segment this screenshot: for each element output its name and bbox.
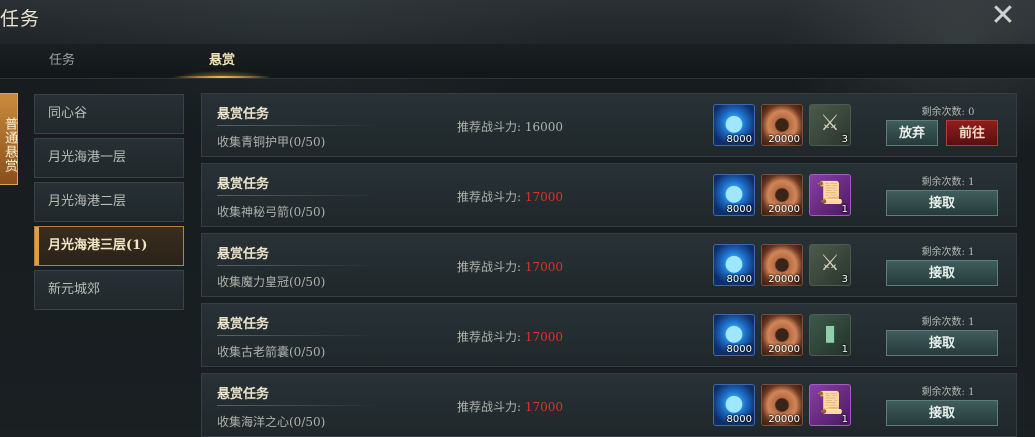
quest-title: 悬赏任务: [217, 247, 270, 262]
power-value: 17000: [524, 260, 564, 274]
accept-button[interactable]: 接取: [886, 400, 998, 426]
armor-set-icon-glyph: ⚔: [820, 251, 840, 276]
reward-quantity: 8000: [726, 274, 752, 285]
reward-quantity: 1: [841, 204, 848, 215]
zone-item-moonport-2[interactable]: 月光海港二层: [34, 182, 184, 222]
quest-divider: [217, 125, 381, 126]
recommended-power: 推荐战斗力: 17000: [457, 398, 563, 415]
reward-quantity: 20000: [768, 344, 800, 355]
reward-quantity: 1: [841, 344, 848, 355]
armor-set-icon-glyph: ⚔: [820, 111, 840, 136]
quest-row: 悬赏任务 收集古老箭囊(0/50) 推荐战斗力: 17000 ● 8000 20000 ▮ 1…: [201, 303, 1017, 367]
quest-title: 悬赏任务: [217, 387, 270, 402]
power-label: 推荐战斗力:: [457, 400, 522, 414]
blue-orb-icon-glyph: ●: [724, 111, 744, 136]
scroll-icon-glyph: 📜: [816, 391, 844, 416]
window-title: 任务: [0, 8, 41, 30]
power-label: 推荐战斗力:: [457, 120, 522, 134]
blue-orb-icon[interactable]: ● 8000: [713, 104, 755, 146]
scroll-icon-glyph: 📜: [816, 181, 844, 206]
quest-description: 收集青铜护甲(0/50): [217, 135, 326, 149]
scroll-icon[interactable]: 📜 1: [809, 174, 851, 216]
tab-tasks[interactable]: 任务: [20, 44, 104, 78]
quest-title: 悬赏任务: [217, 317, 270, 332]
quest-row: 悬赏任务 收集海洋之心(0/50) 推荐战斗力: 17000 ● 8000 20000 📜 1…: [201, 373, 1017, 437]
quest-description: 收集古老箭囊(0/50): [217, 345, 326, 359]
reward-quantity: 3: [841, 134, 848, 145]
remaining-count: 剩余次数: 0: [921, 107, 975, 118]
reward-quantity: 20000: [768, 414, 800, 425]
recommended-power: 推荐战斗力: 17000: [457, 258, 563, 275]
accept-button[interactable]: 接取: [886, 260, 998, 286]
quest-row: 悬赏任务收集魔力皇冠(0/50) 推荐战斗力: 17000 ● 8000 20000 ⚔ 3…: [201, 233, 1017, 297]
zone-item-xinyuan-suburbs[interactable]: 新元城郊: [34, 270, 184, 310]
reward-quantity: 20000: [768, 204, 800, 215]
accept-button[interactable]: 接取: [886, 330, 998, 356]
remaining-count: 剩余次数: 1: [921, 387, 975, 398]
tab-bar: 任务 悬赏: [0, 44, 1035, 79]
reward-quantity: 1: [841, 414, 848, 425]
bronze-coin-icon[interactable]: 20000: [761, 174, 803, 216]
reward-quantity: 8000: [726, 344, 752, 355]
blue-orb-icon[interactable]: ● 8000: [713, 314, 755, 356]
power-label: 推荐战斗力:: [457, 190, 522, 204]
bronze-coin-icon[interactable]: 20000: [761, 104, 803, 146]
power-value: 17000: [524, 400, 564, 414]
quest-description: 收集魔力皇冠(0/50): [217, 275, 326, 289]
remaining-count: 剩余次数: 1: [921, 177, 975, 188]
go-button[interactable]: 前往: [946, 120, 998, 146]
quest-title: 悬赏任务: [217, 177, 270, 192]
power-value: 17000: [524, 190, 564, 204]
quest-row: 悬赏任务 收集神秘弓箭(0/50) 推荐战斗力: 17000 ● 8000 20000 📜 1…: [201, 163, 1017, 227]
reward-quantity: 8000: [726, 134, 752, 145]
remaining-count: 剩余次数: 1: [921, 317, 975, 328]
category-normal-bounty[interactable]: 普通悬赏: [0, 93, 18, 185]
abandon-button[interactable]: 放弃: [886, 120, 938, 146]
bronze-coin-icon[interactable]: 20000: [761, 244, 803, 286]
blue-orb-icon-glyph: ●: [724, 321, 744, 346]
power-value: 17000: [524, 330, 564, 344]
power-value: 16000: [524, 120, 564, 134]
zone-item-moonport-3[interactable]: 月光海港三层(1): [34, 226, 184, 266]
bronze-coin-icon[interactable]: 20000: [761, 314, 803, 356]
blue-orb-icon[interactable]: ● 8000: [713, 244, 755, 286]
recommended-power: 推荐战斗力: 17000: [457, 188, 563, 205]
reward-quantity: 20000: [768, 134, 800, 145]
quest-divider: [217, 405, 381, 406]
scroll-icon[interactable]: 📜 1: [809, 384, 851, 426]
reward-quantity: 8000: [726, 204, 752, 215]
quest-row: 悬赏任务收集青铜护甲(0/50) 推荐战斗力: 16000 ● 8000 20000 ⚔ 3…: [201, 93, 1017, 157]
blue-orb-icon-glyph: ●: [724, 251, 744, 276]
green-book-icon[interactable]: ▮ 1: [809, 314, 851, 356]
quest-divider: [217, 265, 381, 266]
quest-description: 收集神秘弓箭(0/50): [217, 205, 326, 219]
recommended-power: 推荐战斗力: 16000: [457, 118, 563, 135]
green-book-icon-glyph: ▮: [823, 321, 837, 346]
armor-set-icon[interactable]: ⚔ 3: [809, 244, 851, 286]
remaining-count: 剩余次数: 1: [921, 247, 975, 258]
zone-item-moonport-1[interactable]: 月光海港一层: [34, 138, 184, 178]
blue-orb-icon-glyph: ●: [724, 181, 744, 206]
blue-orb-icon[interactable]: ● 8000: [713, 174, 755, 216]
reward-quantity: 8000: [726, 414, 752, 425]
quest-description: 收集海洋之心(0/50): [217, 415, 326, 429]
tab-bounty[interactable]: 悬赏: [160, 44, 284, 78]
quest-title: 悬赏任务: [217, 107, 270, 122]
bronze-coin-icon[interactable]: 20000: [761, 384, 803, 426]
recommended-power: 推荐战斗力: 17000: [457, 328, 563, 345]
power-label: 推荐战斗力:: [457, 330, 522, 344]
quest-divider: [217, 195, 381, 196]
blue-orb-icon[interactable]: ● 8000: [713, 384, 755, 426]
close-icon[interactable]: ✕: [989, 1, 1017, 31]
blue-orb-icon-glyph: ●: [724, 391, 744, 416]
quest-divider: [217, 335, 381, 336]
power-label: 推荐战斗力:: [457, 260, 522, 274]
zone-item-tongxingu[interactable]: 同心谷: [34, 94, 184, 134]
armor-set-icon[interactable]: ⚔ 3: [809, 104, 851, 146]
reward-quantity: 20000: [768, 274, 800, 285]
accept-button[interactable]: 接取: [886, 190, 998, 216]
reward-quantity: 3: [841, 274, 848, 285]
